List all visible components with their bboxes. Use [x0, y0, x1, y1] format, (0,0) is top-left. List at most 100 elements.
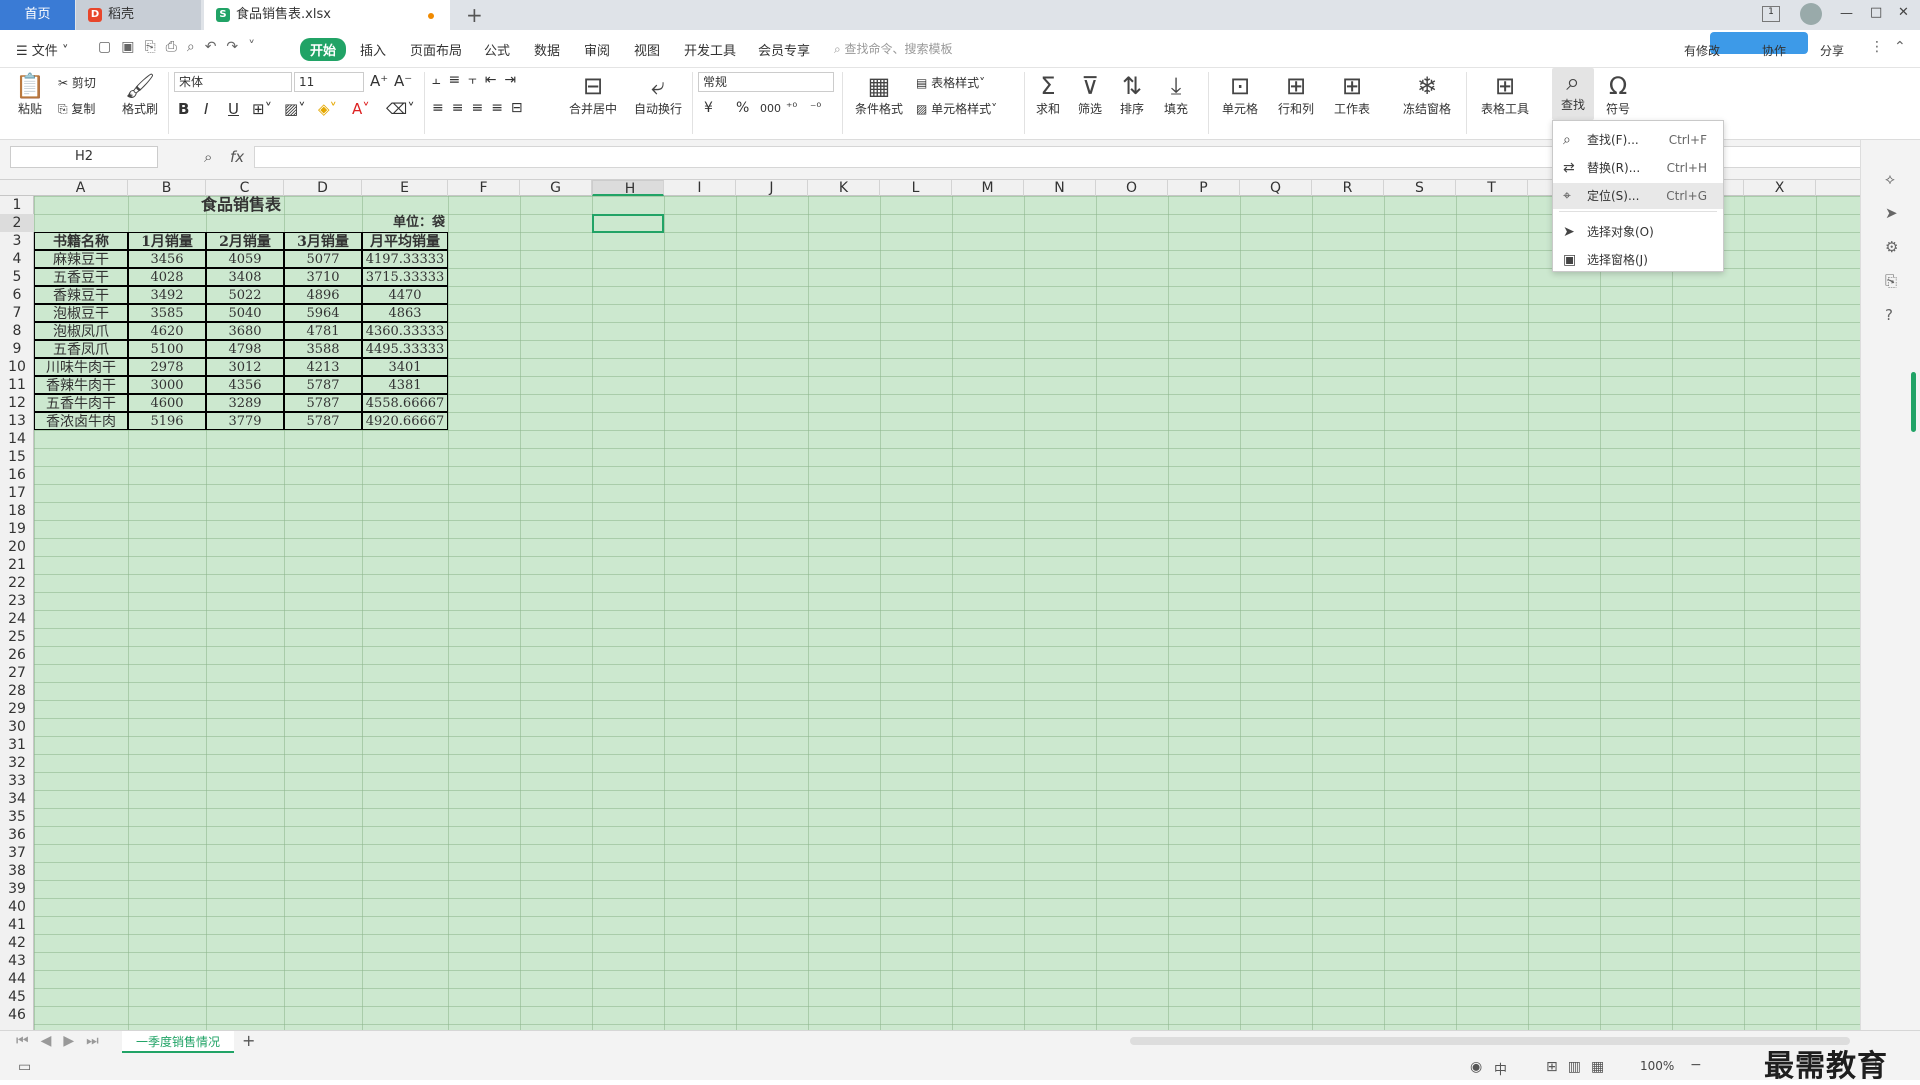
row-header-42[interactable]: 42 [0, 934, 34, 952]
format-painter-button[interactable]: 🖌 格式刷 [120, 72, 160, 117]
find-menu-item[interactable]: ➤ 选择对象(O) [1553, 219, 1723, 245]
table-cell[interactable]: 5787 [284, 394, 362, 412]
row-header-15[interactable]: 15 [0, 448, 34, 466]
horizontal-scrollbar[interactable] [1130, 1037, 1850, 1045]
row-header-26[interactable]: 26 [0, 646, 34, 664]
column-header-I[interactable]: I [664, 180, 736, 196]
table-cell[interactable]: 泡椒凤爪 [34, 322, 128, 340]
row-header-33[interactable]: 33 [0, 772, 34, 790]
column-header-S[interactable]: S [1384, 180, 1456, 196]
row-header-23[interactable]: 23 [0, 592, 34, 610]
row-header-12[interactable]: 12 [0, 394, 34, 412]
table-cell[interactable]: 4213 [284, 358, 362, 376]
table-cell[interactable]: 五香凤爪 [34, 340, 128, 358]
column-header-Q[interactable]: Q [1240, 180, 1312, 196]
table-cell[interactable]: 五香牛肉干 [34, 394, 128, 412]
table-cell[interactable]: 2978 [128, 358, 206, 376]
column-header-L[interactable]: L [880, 180, 952, 196]
table-cell[interactable]: 5787 [284, 376, 362, 394]
menu-developer[interactable]: 开发工具 [684, 40, 736, 59]
input-mode[interactable]: 中 [1494, 1059, 1507, 1078]
row-header-29[interactable]: 29 [0, 700, 34, 718]
tab-file[interactable]: S 食品销售表.xlsx [204, 0, 450, 30]
cell-area[interactable]: 食品销售表 单位：袋 书籍名称 1月销量 2月销量 3月销量 月平均销量 麻辣豆干 3456 40… [34, 196, 1860, 1030]
cut-button[interactable]: ✂ 剪切 [58, 74, 96, 91]
table-cell[interactable]: 3588 [284, 340, 362, 358]
selected-cell[interactable] [592, 214, 664, 233]
zoom-formula-icon[interactable]: ⌕ [204, 148, 212, 166]
row-header-4[interactable]: 4 [0, 250, 34, 268]
column-header-J[interactable]: J [736, 180, 808, 196]
table-cell[interactable]: 3408 [206, 268, 284, 286]
file-menu[interactable]: ☰ 文件 ˅ [16, 40, 68, 59]
row-header-44[interactable]: 44 [0, 970, 34, 988]
row-header-27[interactable]: 27 [0, 664, 34, 682]
table-header-cell[interactable]: 1月销量 [128, 232, 206, 250]
font-name-select[interactable]: 宋体 [174, 72, 292, 92]
thousands-button[interactable]: 000 [760, 102, 781, 115]
table-tools-button[interactable]: ⊞ 表格工具 [1474, 72, 1536, 117]
copy-button[interactable]: ⎘ 复制 [58, 100, 95, 117]
column-header-A[interactable]: A [34, 180, 128, 196]
decimal-decrease-icon[interactable]: ⁻⁰ [810, 100, 821, 114]
table-cell[interactable]: 5100 [128, 340, 206, 358]
table-cell[interactable]: 4863 [362, 304, 448, 322]
table-cell[interactable]: 香浓卤牛肉 [34, 412, 128, 430]
row-header-13[interactable]: 13 [0, 412, 34, 430]
table-cell[interactable]: 5077 [284, 250, 362, 268]
table-cell[interactable]: 3401 [362, 358, 448, 376]
row-header-19[interactable]: 19 [0, 520, 34, 538]
more-icon[interactable]: ⋮ [1870, 39, 1884, 55]
row-header-39[interactable]: 39 [0, 880, 34, 898]
font-shrink-icon[interactable]: A⁻ [394, 72, 412, 90]
table-header-cell[interactable]: 2月销量 [206, 232, 284, 250]
table-cell[interactable]: 4028 [128, 268, 206, 286]
row-header-31[interactable]: 31 [0, 736, 34, 754]
table-cell[interactable]: 泡椒豆干 [34, 304, 128, 322]
eye-protection-icon[interactable]: ◉ [1470, 1059, 1482, 1075]
restore-button[interactable]: □ [1870, 5, 1882, 20]
column-header-C[interactable]: C [206, 180, 284, 196]
help-icon[interactable]: ? [1885, 306, 1893, 324]
column-header-K[interactable]: K [808, 180, 880, 196]
percent-button[interactable]: % [736, 100, 749, 116]
row-header-3[interactable]: 3 [0, 232, 34, 250]
number-format-select[interactable]: 常规 [698, 72, 834, 92]
wrap-text-button[interactable]: ⤶ 自动换行 [630, 72, 686, 117]
avatar[interactable] [1800, 3, 1822, 25]
row-header-28[interactable]: 28 [0, 682, 34, 700]
find-menu-item[interactable]: ⇄ 替换(R)... Ctrl+H [1553, 155, 1723, 181]
backup-icon[interactable]: ⎘ [1885, 272, 1897, 290]
view-mode-icons[interactable]: ⊞▥▦ [1546, 1059, 1614, 1075]
fill-button[interactable]: ⤓ 填充 [1158, 72, 1194, 117]
row-header-35[interactable]: 35 [0, 808, 34, 826]
column-header-T[interactable]: T [1456, 180, 1528, 196]
menu-member[interactable]: 会员专享 [758, 40, 810, 59]
collaborate-button[interactable]: 协作 [1762, 42, 1786, 59]
table-cell[interactable]: 4798 [206, 340, 284, 358]
merge-center-button[interactable]: ⊟ 合并居中 [562, 72, 624, 117]
column-header-E[interactable]: E [362, 180, 448, 196]
row-header-45[interactable]: 45 [0, 988, 34, 1006]
table-cell[interactable]: 香辣牛肉干 [34, 376, 128, 394]
font-grow-icon[interactable]: A⁺ [370, 72, 388, 90]
font-size-select[interactable]: 11 [294, 72, 364, 92]
table-cell[interactable]: 3779 [206, 412, 284, 430]
window-mode-icon[interactable]: 1 [1762, 6, 1780, 22]
tab-home[interactable]: 首页 [0, 0, 75, 30]
table-cell[interactable]: 3492 [128, 286, 206, 304]
italic-button[interactable]: I [204, 100, 208, 118]
row-header-24[interactable]: 24 [0, 610, 34, 628]
table-cell[interactable]: 4381 [362, 376, 448, 394]
fx-button[interactable]: fx [230, 148, 244, 166]
row-header-21[interactable]: 21 [0, 556, 34, 574]
currency-button[interactable]: ¥ [704, 100, 713, 116]
table-cell[interactable]: 4197.33333 [362, 250, 448, 268]
column-header-B[interactable]: B [128, 180, 206, 196]
row-header-34[interactable]: 34 [0, 790, 34, 808]
highlight-icon[interactable]: ◈˅ [318, 100, 337, 118]
column-header-R[interactable]: R [1312, 180, 1384, 196]
column-header-N[interactable]: N [1024, 180, 1096, 196]
underline-button[interactable]: U [228, 100, 239, 118]
row-header-20[interactable]: 20 [0, 538, 34, 556]
